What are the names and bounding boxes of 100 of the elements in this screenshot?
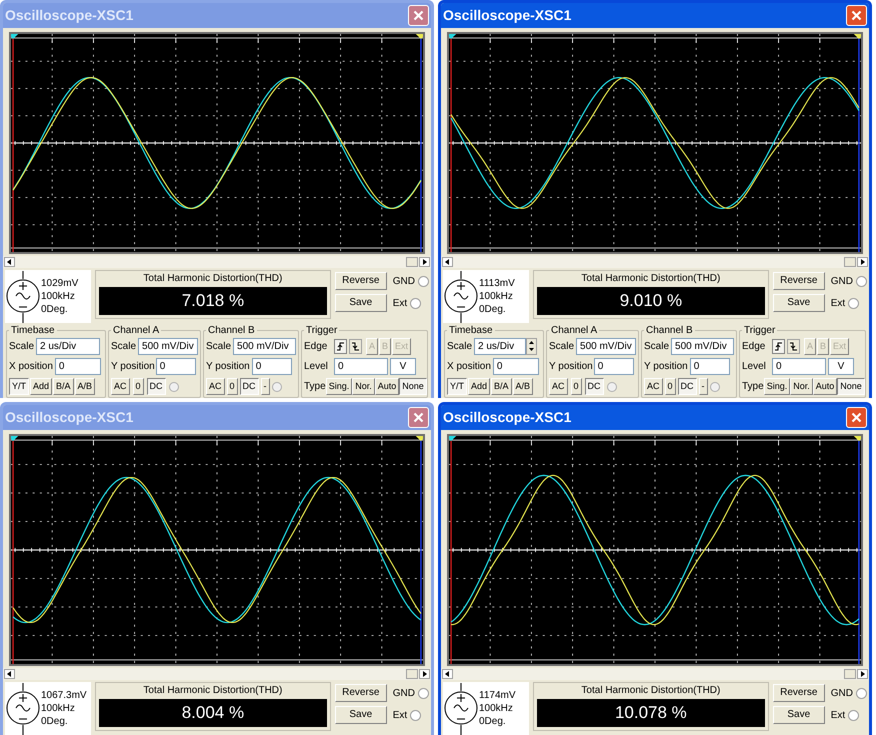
y-position-field[interactable]: 0 [594, 358, 634, 375]
color-radio-icon[interactable] [606, 382, 617, 392]
color-radio-icon[interactable] [710, 382, 720, 392]
scroll-thumb[interactable] [406, 257, 418, 267]
group-title: Channel B [207, 324, 256, 338]
close-icon[interactable] [408, 407, 429, 428]
y-position-field[interactable]: 0 [252, 358, 292, 375]
coupling-button[interactable]: DC [146, 378, 166, 395]
horizontal-scrollbar[interactable] [441, 668, 869, 680]
save-button[interactable]: Save [772, 706, 825, 724]
unit-field[interactable]: V [390, 358, 416, 375]
scroll-left-icon[interactable] [442, 669, 453, 679]
mode-button[interactable]: A/B [74, 378, 96, 395]
coupling-button[interactable]: 0 [570, 378, 582, 395]
field-label: Type [304, 380, 326, 394]
type-button[interactable]: Auto [812, 378, 838, 395]
close-icon[interactable] [846, 5, 867, 26]
type-button[interactable]: Auto [374, 378, 400, 395]
mode-button[interactable]: Y/T [447, 378, 468, 395]
rising-edge-icon[interactable] [334, 339, 347, 354]
y-position-field[interactable]: 0 [156, 358, 196, 375]
type-button[interactable]: Nor. [352, 378, 375, 395]
close-icon[interactable] [408, 5, 429, 26]
mode-button[interactable]: A/B [512, 378, 534, 395]
coupling-button[interactable]: AC [549, 378, 568, 395]
level-field[interactable]: 0 [334, 358, 388, 375]
radio-button[interactable] [856, 688, 867, 698]
scroll-right-icon[interactable] [857, 257, 868, 267]
reverse-button[interactable]: Reverse [772, 684, 825, 702]
level-field[interactable]: 0 [772, 358, 826, 375]
field-label: Y position [206, 360, 250, 374]
horizontal-scrollbar[interactable] [441, 256, 869, 268]
mode-button[interactable]: Add [30, 378, 52, 395]
radio-button[interactable] [410, 298, 422, 308]
scroll-left-icon[interactable] [442, 257, 453, 267]
mode-button[interactable]: B/A [53, 378, 74, 395]
unit-field[interactable]: V [828, 358, 854, 375]
horizontal-scrollbar[interactable] [3, 256, 431, 268]
save-button[interactable]: Save [772, 294, 825, 312]
radio-label: GND [392, 274, 415, 288]
scale-field[interactable]: 500 mV/Div [576, 338, 636, 355]
horizontal-scrollbar[interactable] [3, 668, 431, 680]
scale-field[interactable]: 2 us/Div [36, 338, 100, 355]
type-button[interactable]: None [399, 378, 427, 395]
coupling-button[interactable]: DC [678, 378, 697, 395]
radio-button[interactable] [848, 298, 860, 308]
coupling-button[interactable]: 0 [132, 378, 144, 395]
reverse-button[interactable]: Reverse [772, 272, 825, 290]
coupling-button[interactable]: DC [584, 378, 604, 395]
radio-button[interactable] [418, 688, 429, 698]
type-button[interactable]: Nor. [790, 378, 813, 395]
spinner-icon[interactable] [526, 338, 538, 355]
scale-field[interactable]: 500 mV/Div [233, 338, 296, 355]
group-title: Trigger [743, 324, 776, 338]
falling-edge-icon[interactable] [787, 339, 800, 354]
scroll-left-icon[interactable] [4, 257, 15, 267]
close-icon[interactable] [846, 407, 867, 428]
rising-edge-icon[interactable] [772, 339, 785, 354]
radio-button[interactable] [848, 710, 860, 720]
group-title: Channel A [550, 324, 598, 338]
mode-button[interactable]: B/A [491, 378, 512, 395]
reverse-button[interactable]: Reverse [334, 272, 387, 290]
ac-source-icon [443, 270, 479, 322]
falling-edge-icon[interactable] [349, 339, 362, 354]
radio-button[interactable] [856, 276, 867, 286]
coupling-button[interactable]: AC [206, 378, 225, 395]
mode-button[interactable]: Add [468, 378, 490, 395]
color-radio-icon[interactable] [168, 382, 179, 392]
scroll-thumb[interactable] [406, 669, 418, 679]
scroll-thumb[interactable] [844, 669, 856, 679]
group-title: Trigger [305, 324, 338, 338]
coupling-button[interactable]: AC [644, 378, 663, 395]
type-button[interactable]: None [837, 378, 865, 395]
scroll-right-icon[interactable] [857, 669, 868, 679]
save-button[interactable]: Save [334, 706, 387, 724]
x-position-field[interactable]: 0 [54, 358, 101, 375]
coupling-button[interactable]: - [698, 378, 708, 395]
coupling-button[interactable]: AC [111, 378, 130, 395]
type-button[interactable]: Sing. [326, 378, 352, 395]
radio-button[interactable] [418, 276, 429, 286]
y-position-field[interactable]: 0 [690, 358, 730, 375]
type-button[interactable]: Sing. [764, 378, 790, 395]
scroll-left-icon[interactable] [4, 669, 15, 679]
color-radio-icon[interactable] [272, 382, 282, 392]
scroll-thumb[interactable] [844, 257, 856, 267]
save-button[interactable]: Save [334, 294, 387, 312]
x-position-field[interactable]: 0 [492, 358, 539, 375]
scale-field[interactable]: 500 mV/Div [138, 338, 198, 355]
coupling-button[interactable]: 0 [226, 378, 238, 395]
radio-button[interactable] [410, 710, 422, 720]
reverse-button[interactable]: Reverse [334, 684, 387, 702]
scale-field[interactable]: 500 mV/Div [671, 338, 734, 355]
scale-field[interactable]: 2 us/Div [474, 338, 526, 355]
coupling-button[interactable]: 0 [664, 378, 676, 395]
frequency-text: 100kHz [41, 290, 76, 303]
mode-button[interactable]: Y/T [9, 378, 30, 395]
scroll-right-icon[interactable] [419, 669, 430, 679]
scroll-right-icon[interactable] [419, 257, 430, 267]
coupling-button[interactable]: - [260, 378, 270, 395]
coupling-button[interactable]: DC [240, 378, 259, 395]
